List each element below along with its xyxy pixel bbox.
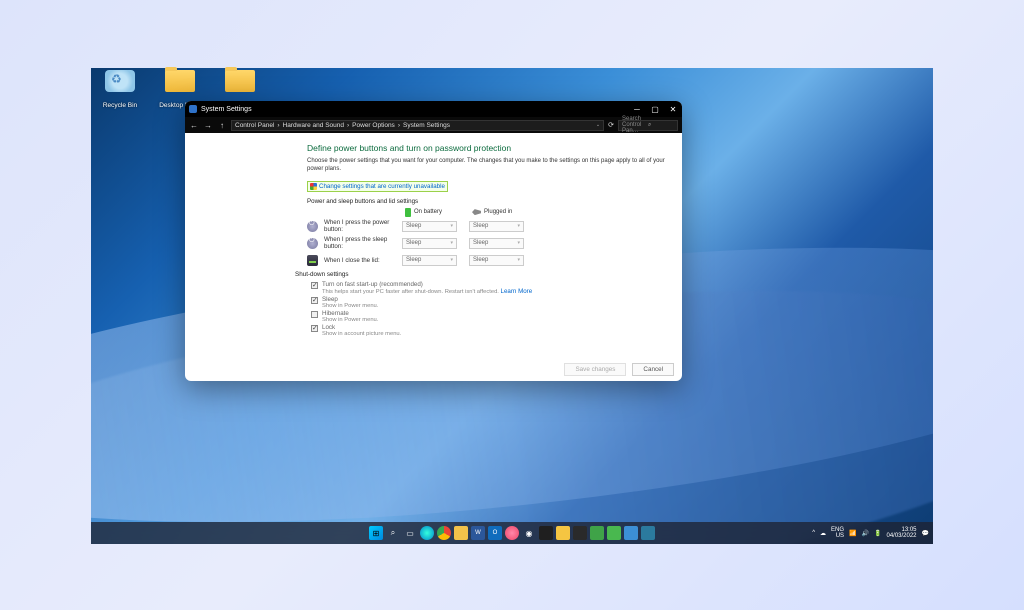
titlebar: System Settings ─ ▢ ✕ (185, 101, 682, 117)
check-hibernate[interactable]: HibernateShow in Power menu. (307, 310, 674, 323)
row-sleep-button: When I press the sleep button: Sleep Sle… (307, 236, 674, 251)
app-icon-8[interactable] (624, 526, 638, 540)
language-indicator[interactable]: ENGUS (831, 527, 844, 539)
app-icon-2[interactable]: ◉ (522, 526, 536, 540)
app-icon-7[interactable] (607, 526, 621, 540)
start-button[interactable]: ⊞ (369, 526, 383, 540)
checkbox-icon (311, 297, 318, 304)
lid-icon (307, 255, 318, 266)
unlock-settings-link[interactable]: Change settings that are currently unava… (307, 181, 448, 192)
search-icon[interactable]: ⌕ (386, 526, 400, 540)
app-icon-1[interactable] (505, 526, 519, 540)
search-input[interactable]: Search Control Pan…⌕ (618, 120, 678, 131)
back-button[interactable]: ← (189, 121, 199, 130)
section-power-buttons: Power and sleep buttons and lid settings (307, 198, 674, 205)
power-plugged-select[interactable]: Sleep (469, 221, 524, 232)
word-icon[interactable]: W (471, 526, 485, 540)
outlook-icon[interactable]: O (488, 526, 502, 540)
system-settings-window: System Settings ─ ▢ ✕ ← → ↑ Control Pane… (185, 101, 682, 381)
column-plugged-in: Plugged in (472, 208, 512, 217)
minimize-button[interactable]: ─ (632, 105, 642, 114)
close-button[interactable]: ✕ (668, 105, 678, 114)
volume-icon[interactable]: 🔊 (862, 530, 869, 537)
notifications-icon[interactable]: 💬 (922, 530, 929, 537)
maximize-button[interactable]: ▢ (650, 105, 660, 114)
battery-icon (405, 208, 411, 217)
sleep-button-icon (307, 238, 318, 249)
power-battery-select[interactable]: Sleep (402, 221, 457, 232)
edge-icon[interactable] (420, 526, 434, 540)
sleep-plugged-select[interactable]: Sleep (469, 238, 524, 249)
app-icon (189, 105, 197, 113)
section-shutdown: Shut-down settings (295, 271, 674, 278)
battery-icon[interactable]: 🔋 (874, 530, 881, 537)
cancel-button[interactable]: Cancel (632, 363, 674, 376)
check-lock[interactable]: LockShow in account picture menu. (307, 324, 674, 337)
forward-button[interactable]: → (203, 121, 213, 130)
up-button[interactable]: ↑ (217, 121, 227, 130)
check-fast-startup[interactable]: Turn on fast start-up (recommended)This … (307, 281, 674, 295)
refresh-button[interactable]: ⟳ (608, 121, 614, 129)
window-title: System Settings (201, 106, 632, 113)
app-icon-9[interactable] (641, 526, 655, 540)
power-button-icon (307, 221, 318, 232)
app-icon-4[interactable] (556, 526, 570, 540)
recycle-bin-icon[interactable]: Recycle Bin (95, 70, 145, 112)
learn-more-link[interactable]: Learn More (501, 288, 533, 295)
shield-icon (310, 183, 317, 190)
breadcrumb[interactable]: Control Panel› Hardware and Sound› Power… (231, 120, 604, 131)
plug-icon (472, 209, 481, 215)
address-bar: ← → ↑ Control Panel› Hardware and Sound›… (185, 117, 682, 133)
app-icon-5[interactable] (573, 526, 587, 540)
chrome-icon[interactable] (437, 526, 451, 540)
checkbox-icon (311, 282, 318, 289)
page-description: Choose the power settings that you want … (307, 158, 674, 174)
wifi-icon[interactable]: 📶 (849, 530, 856, 537)
row-close-lid: When I close the lid: Sleep Sleep (307, 253, 674, 268)
onedrive-icon[interactable]: ☁ (820, 530, 826, 537)
explorer-icon[interactable] (454, 526, 468, 540)
checkbox-icon (311, 325, 318, 332)
task-view-icon[interactable]: ▭ (403, 526, 417, 540)
sleep-battery-select[interactable]: Sleep (402, 238, 457, 249)
save-button[interactable]: Save changes (564, 363, 626, 376)
taskbar: ⊞ ⌕ ▭ W O ◉ ^ ☁ ENGUS 📶 🔊 🔋 (91, 522, 933, 544)
app-icon-3[interactable] (539, 526, 553, 540)
column-on-battery: On battery (405, 208, 442, 217)
row-power-button: When I press the power button: Sleep Sle… (307, 219, 674, 234)
lid-battery-select[interactable]: Sleep (402, 255, 457, 266)
check-sleep[interactable]: SleepShow in Power menu. (307, 296, 674, 309)
clock[interactable]: 13:0504/03/2022 (886, 527, 916, 539)
tray-chevron[interactable]: ^ (812, 530, 815, 536)
app-icon-6[interactable] (590, 526, 604, 540)
checkbox-icon (311, 311, 318, 318)
lid-plugged-select[interactable]: Sleep (469, 255, 524, 266)
page-heading: Define power buttons and turn on passwor… (307, 143, 674, 153)
